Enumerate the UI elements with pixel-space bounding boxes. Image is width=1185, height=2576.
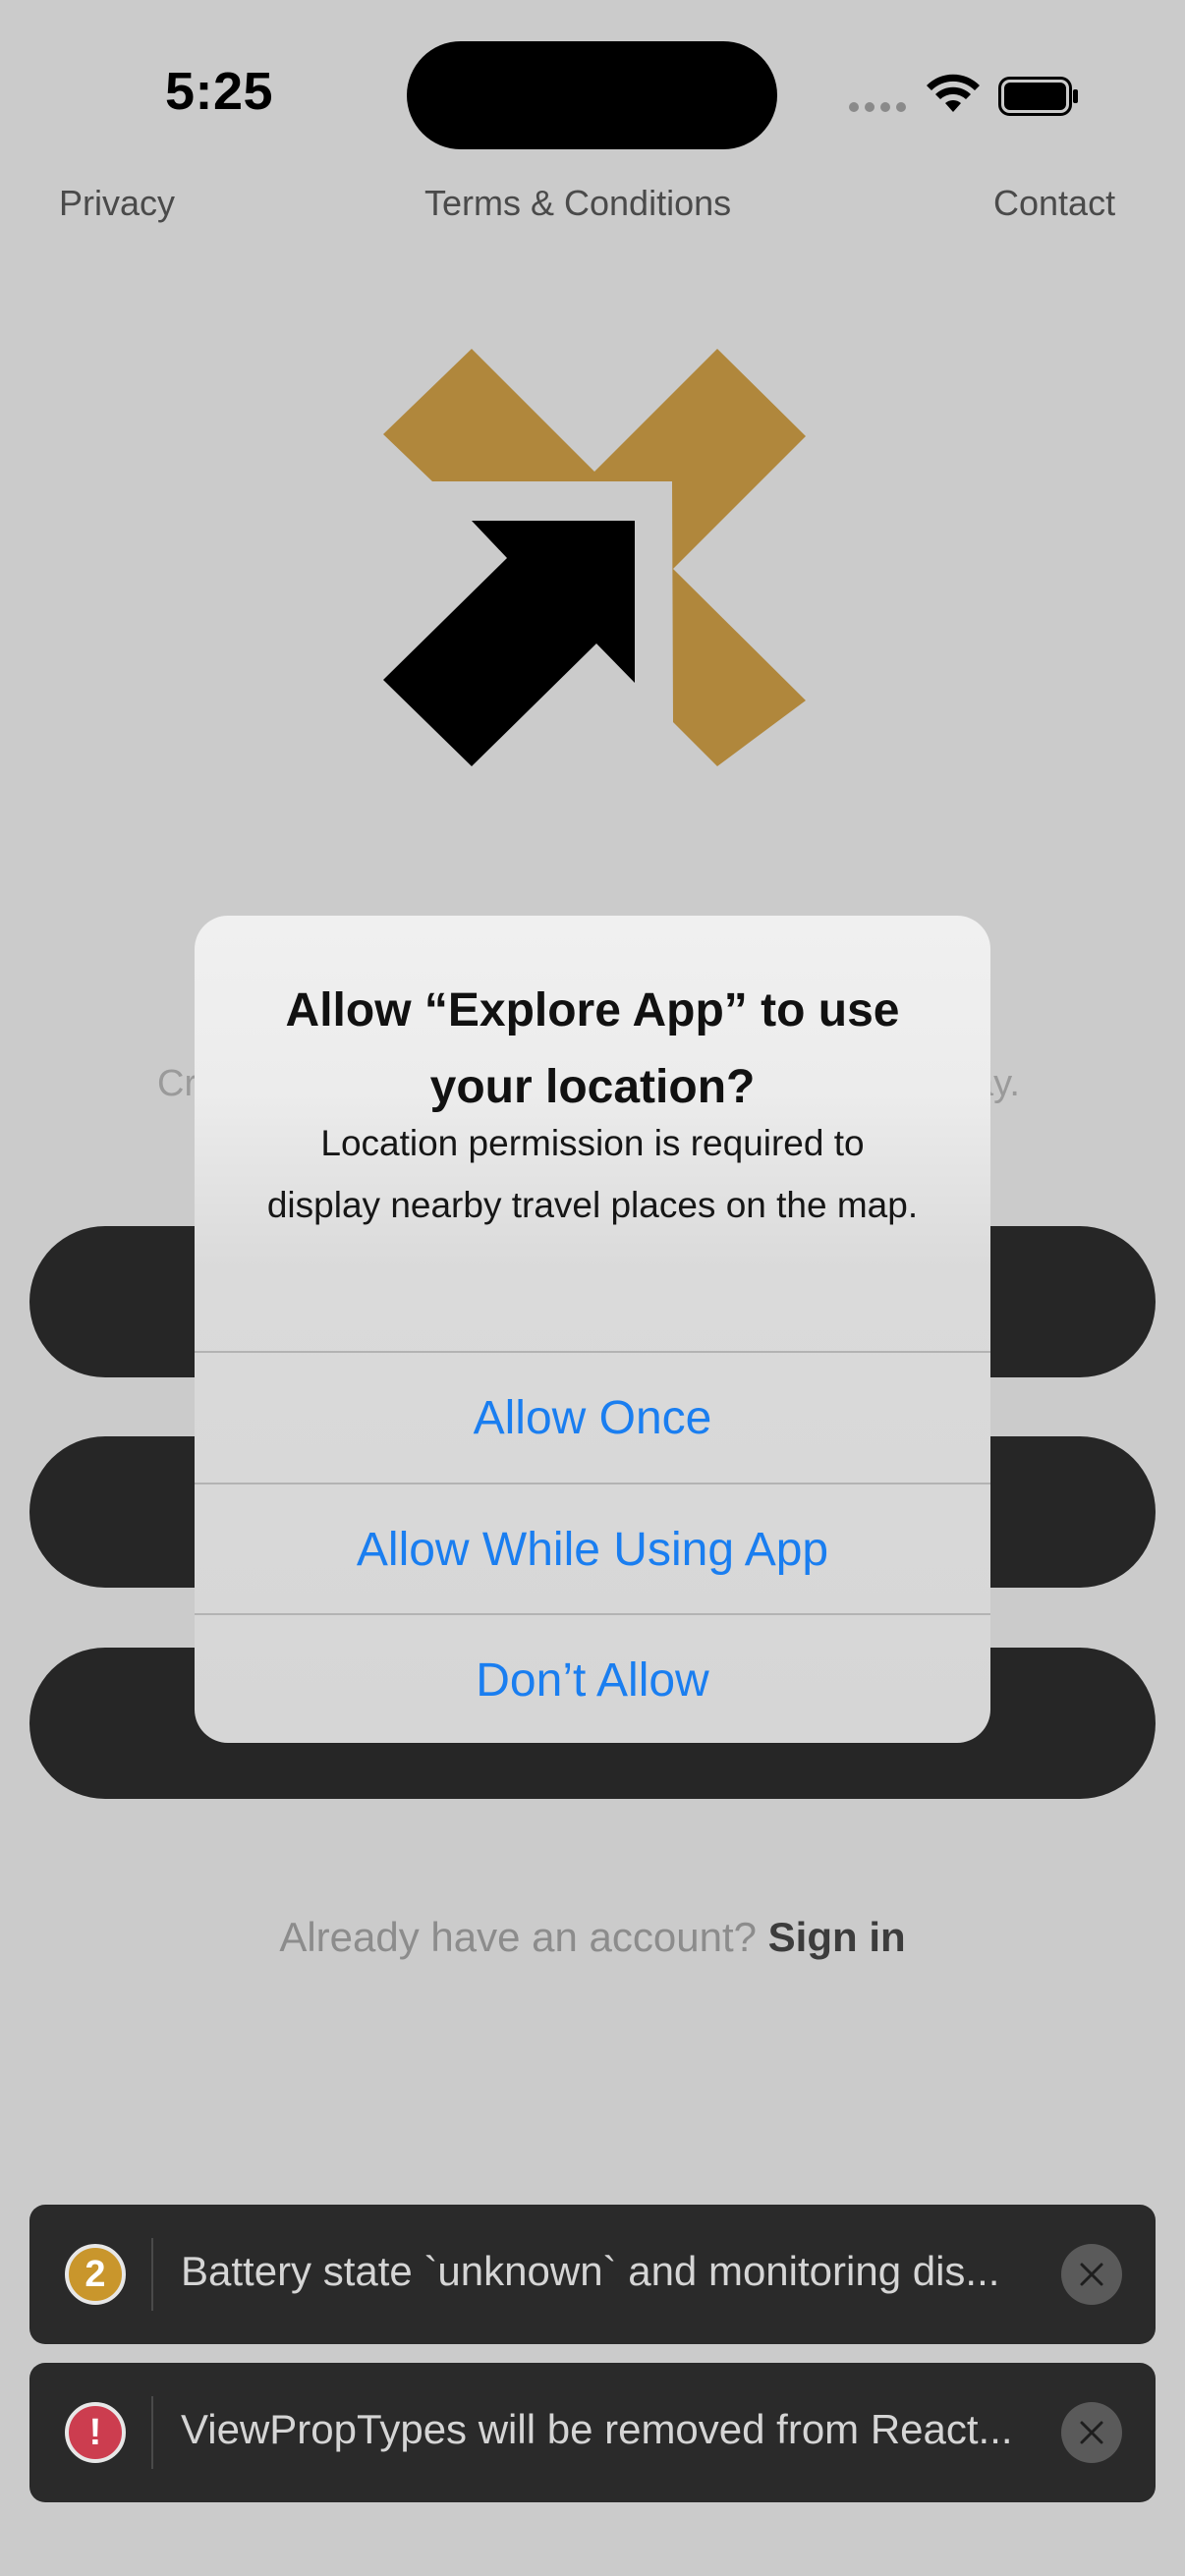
location-permission-alert: Allow “Explore App” to use your location…: [195, 916, 990, 1743]
dynamic-island: [407, 41, 777, 149]
close-icon[interactable]: [1061, 2402, 1122, 2463]
toast-divider: [151, 2238, 153, 2311]
close-glyph-icon: [1080, 2263, 1103, 2286]
warning-count-icon: 2: [65, 2244, 126, 2305]
toast-divider: [151, 2396, 153, 2469]
alert-title: Allow “Explore App” to use your location…: [285, 984, 900, 1113]
close-glyph-icon: [1080, 2421, 1103, 2444]
terms-link[interactable]: Terms & Conditions: [424, 183, 731, 224]
status-time: 5:25: [165, 62, 274, 121]
alert-message: Location permission is required to displ…: [266, 1123, 919, 1225]
dont-allow-button[interactable]: Don’t Allow: [195, 1613, 990, 1743]
log-toast-error[interactable]: ! ViewPropTypes will be removed from Rea…: [29, 2363, 1156, 2502]
app-logo-arrow-icon: [383, 349, 806, 766]
log-toast-warning[interactable]: 2 Battery state `unknown` and monitoring…: [29, 2205, 1156, 2344]
signin-prompt: Already have an account? Sign in: [0, 1914, 1185, 1961]
tagline-fragment-left: Cr: [157, 1063, 198, 1104]
close-icon[interactable]: [1061, 2244, 1122, 2305]
allow-once-button[interactable]: Allow Once: [195, 1351, 990, 1483]
contact-link[interactable]: Contact: [993, 183, 1115, 224]
cellular-signal-icon: [849, 102, 908, 116]
toast-message: ViewPropTypes will be removed from React…: [181, 2406, 1013, 2452]
privacy-link[interactable]: Privacy: [59, 183, 175, 224]
error-icon: !: [65, 2402, 126, 2463]
battery-icon: [998, 77, 1078, 116]
signin-link[interactable]: Sign in: [768, 1914, 906, 1960]
toast-message: Battery state `unknown` and monitoring d…: [181, 2248, 1000, 2294]
wifi-icon: [927, 74, 980, 112]
signin-prompt-text: Already have an account?: [279, 1914, 757, 1960]
allow-while-using-app-button[interactable]: Allow While Using App: [195, 1483, 990, 1614]
